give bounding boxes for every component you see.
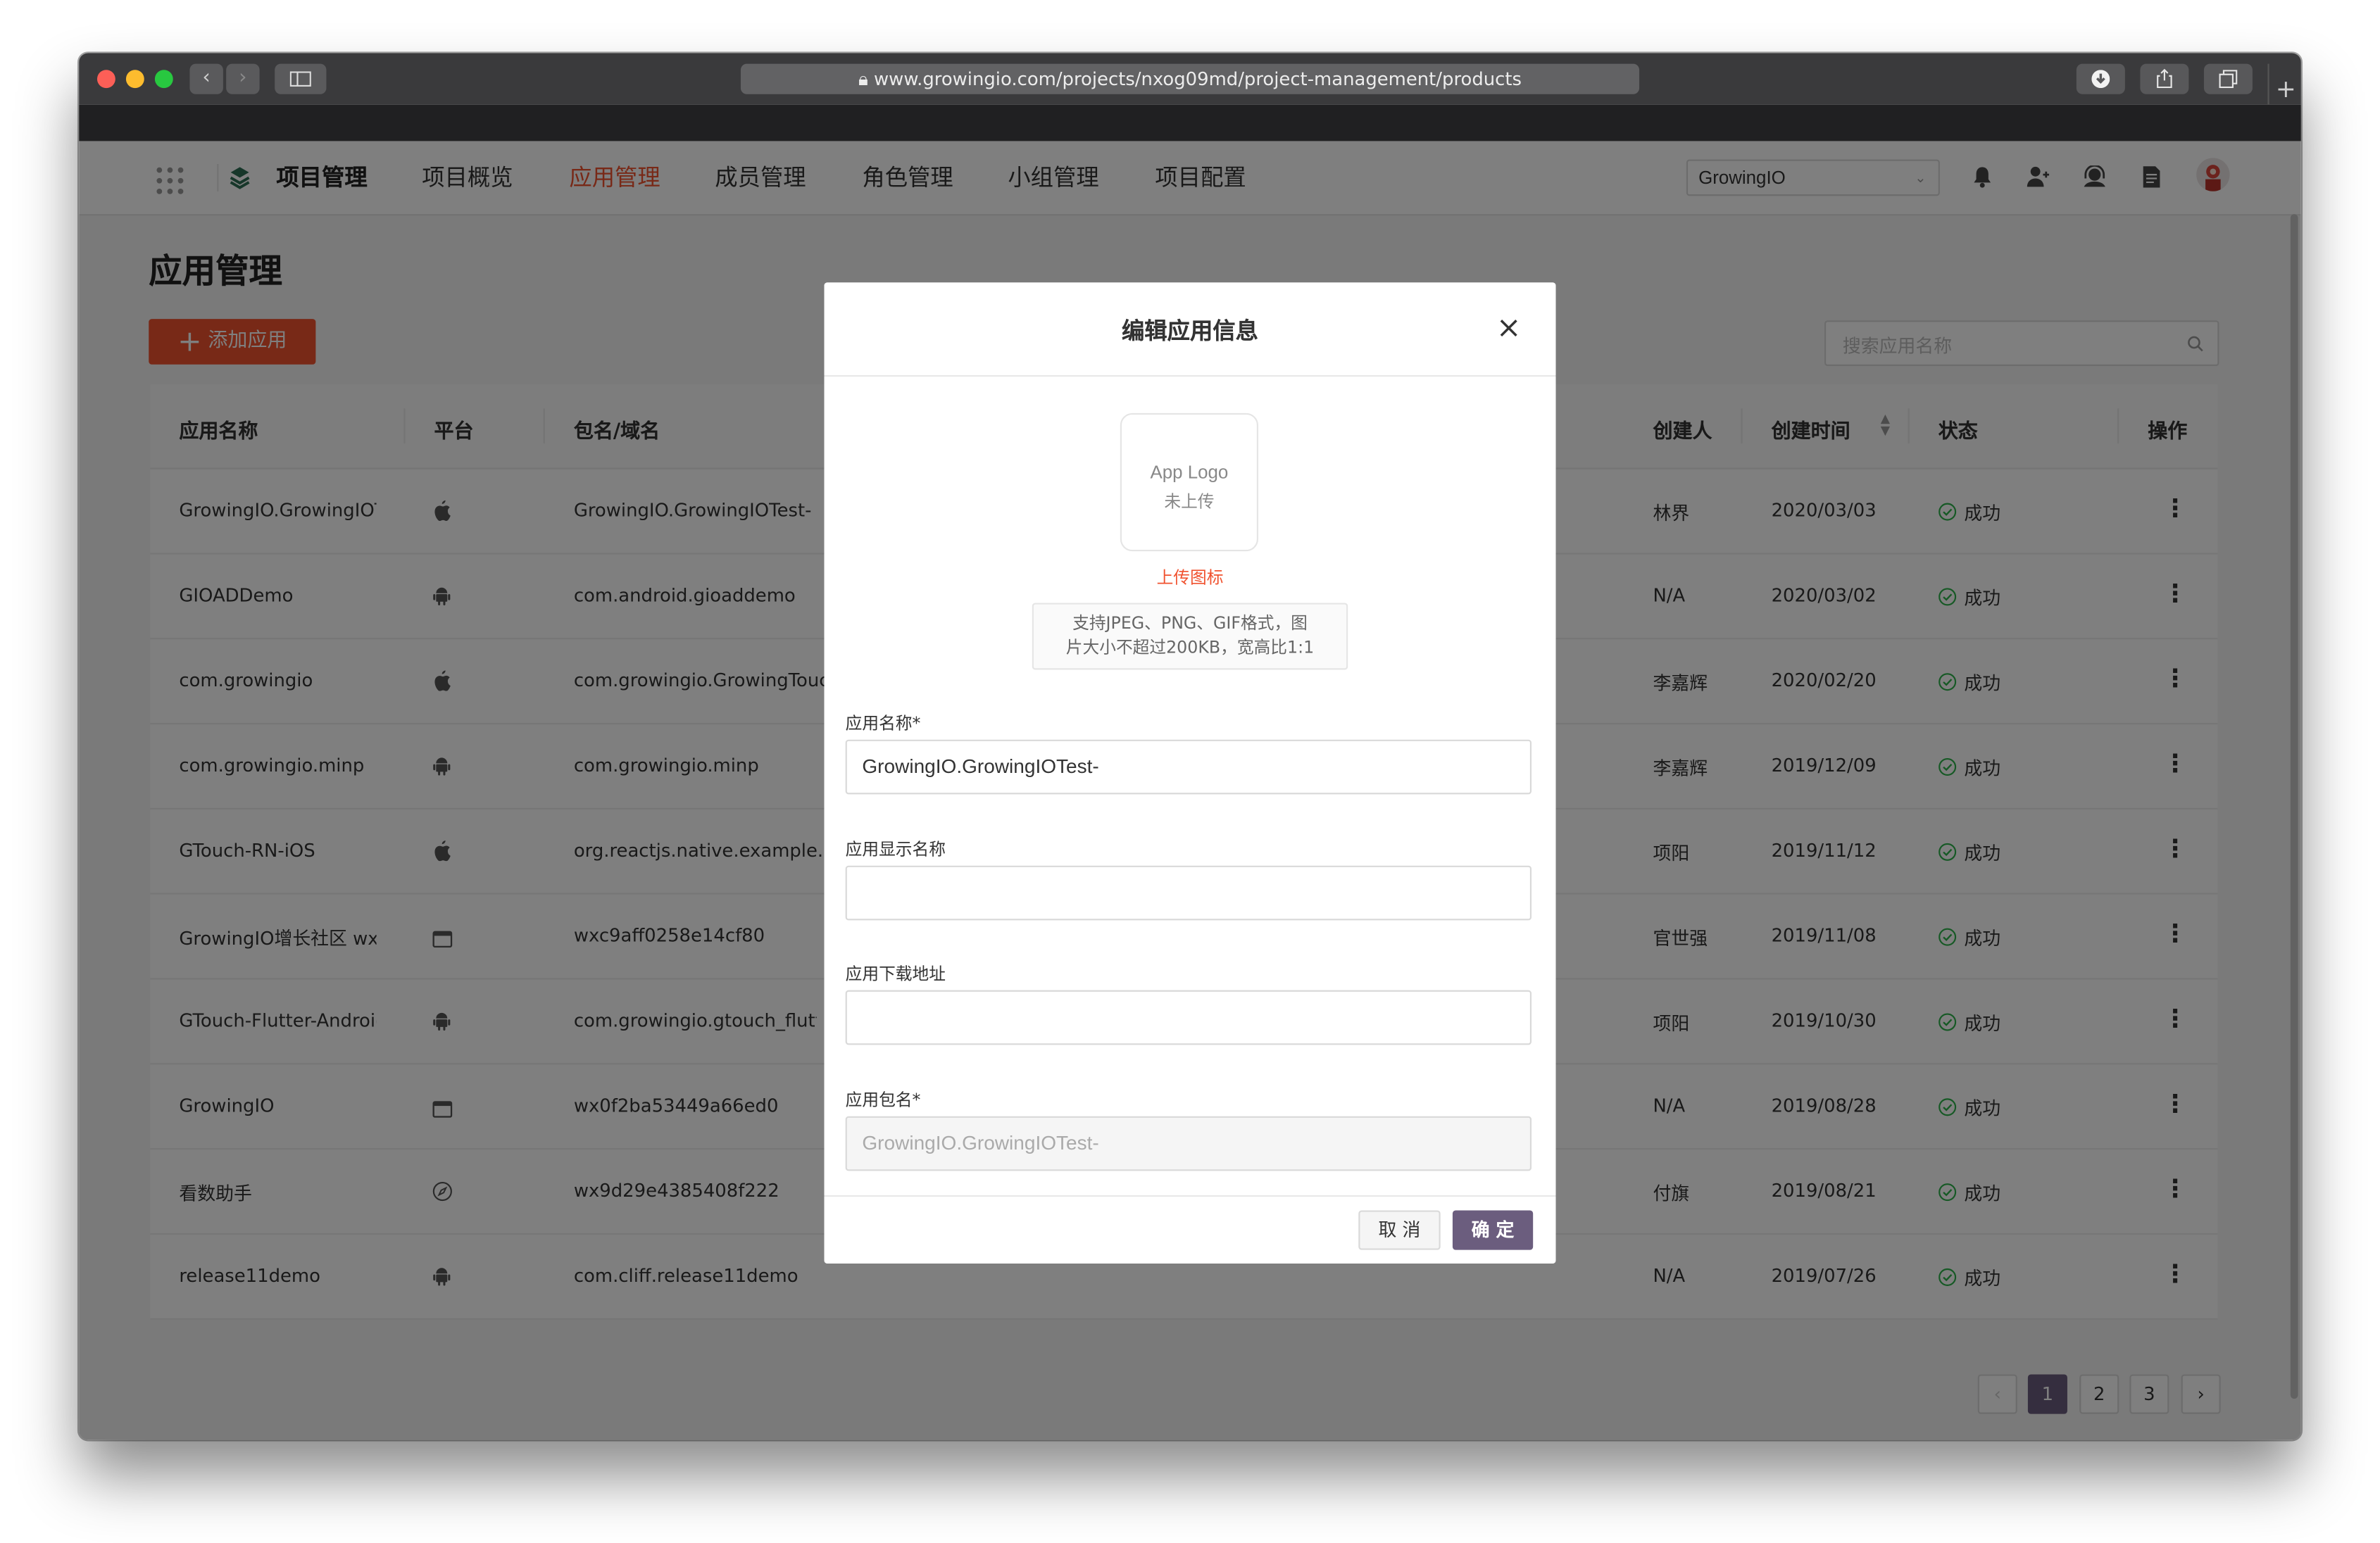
- screenshot-stage: ‹ › 🔒︎ www.growingio.com/projects/nxog09…: [0, 0, 2380, 1543]
- dialog-header: 编辑应用信息: [824, 282, 1556, 377]
- close-icon[interactable]: [1496, 316, 1520, 341]
- package-name-input: GrowingIO.GrowingIOTest-: [845, 1116, 1532, 1171]
- close-window-button[interactable]: [96, 70, 115, 89]
- package-name-label: 应用包名*: [845, 1090, 921, 1111]
- app-name-input[interactable]: GrowingIO.GrowingIOTest-: [845, 739, 1532, 795]
- minimize-window-button[interactable]: [125, 70, 144, 89]
- share-button[interactable]: [2140, 63, 2189, 94]
- back-button[interactable]: ‹: [189, 63, 223, 94]
- share-icon: [2157, 68, 2172, 89]
- display-name-input[interactable]: [845, 865, 1532, 921]
- tabs-icon: [2219, 70, 2238, 89]
- confirm-button[interactable]: 确 定: [1452, 1210, 1534, 1250]
- forward-button[interactable]: ›: [226, 63, 260, 94]
- divider: [824, 1195, 1556, 1197]
- download-url-label: 应用下载地址: [845, 964, 946, 985]
- app-name-label: 应用名称*: [845, 714, 921, 734]
- download-url-input[interactable]: [845, 990, 1532, 1045]
- dialog-title: 编辑应用信息: [1121, 317, 1259, 345]
- upload-hint-line: 支持JPEG、PNG、GIF格式，图: [1072, 613, 1308, 634]
- sidebar-toggle-button[interactable]: [275, 63, 327, 94]
- browser-titlebar: ‹ › 🔒︎ www.growingio.com/projects/nxog09…: [79, 53, 2301, 115]
- address-text: www.growingio.com/projects/nxog09md/proj…: [874, 68, 1522, 90]
- app-logo-placeholder[interactable]: App Logo 未上传: [1120, 412, 1259, 552]
- maximize-window-button[interactable]: [154, 70, 173, 89]
- logo-text: App Logo: [1150, 461, 1229, 484]
- tab-overview-button[interactable]: [2203, 63, 2253, 94]
- upload-hint-line: 片大小不超过200KB，宽高比1:1: [1065, 638, 1315, 658]
- edit-app-dialog: 编辑应用信息 App Logo 未上传 上传图标 支持JPEG、PNG、GIF格…: [824, 282, 1556, 1264]
- tab-strip: [79, 104, 2301, 141]
- display-name-label: 应用显示名称: [845, 840, 946, 860]
- upload-icon-link[interactable]: 上传图标: [824, 565, 1555, 590]
- cancel-button[interactable]: 取 消: [1358, 1210, 1441, 1250]
- lock-icon: 🔒︎: [858, 68, 868, 90]
- logo-status: 未上传: [1164, 492, 1215, 512]
- download-icon: [2091, 70, 2110, 89]
- sidebar-icon: [289, 71, 311, 87]
- downloads-button[interactable]: [2076, 63, 2125, 94]
- address-bar[interactable]: 🔒︎ www.growingio.com/projects/nxog09md/p…: [740, 63, 1640, 94]
- upload-hint: 支持JPEG、PNG、GIF格式，图 片大小不超过200KB，宽高比1:1: [1032, 603, 1348, 670]
